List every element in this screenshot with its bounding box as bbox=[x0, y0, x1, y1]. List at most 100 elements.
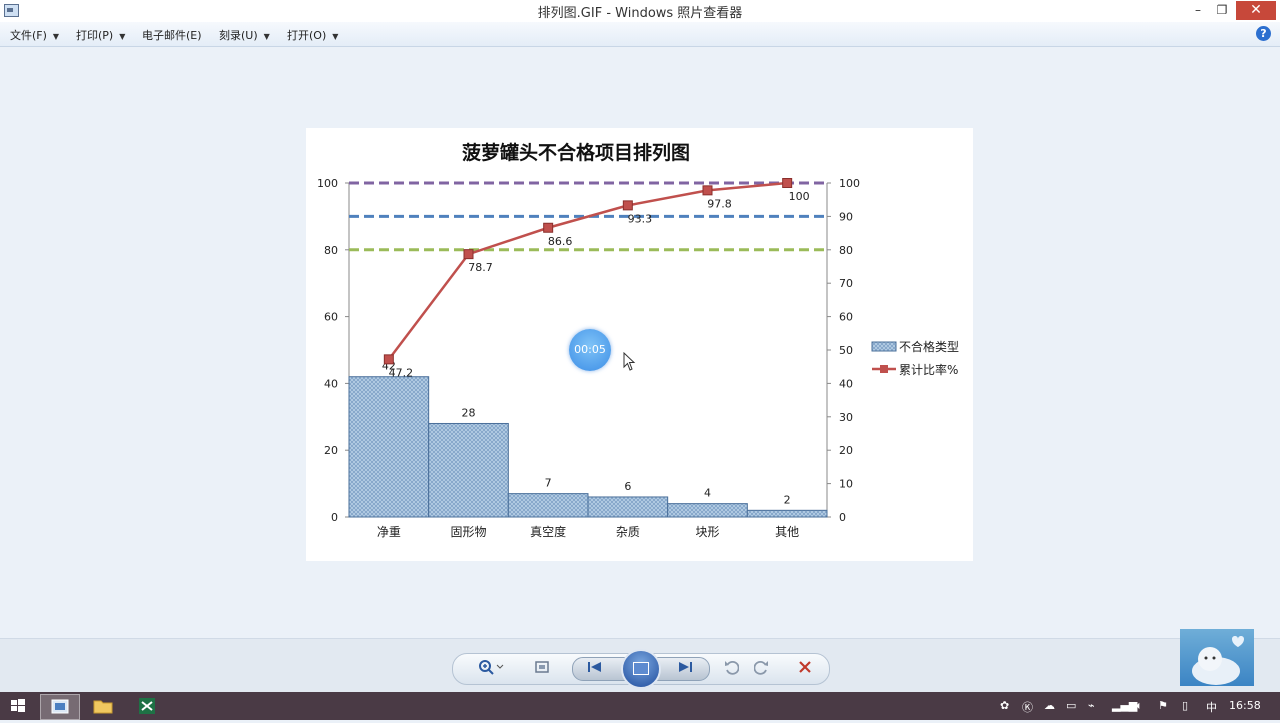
menu-open[interactable]: 打开(O) ▼ bbox=[287, 27, 338, 43]
tray-k-icon[interactable]: Ⓚ bbox=[1022, 699, 1033, 715]
close-button[interactable]: ✕ bbox=[1236, 1, 1276, 20]
bar-value-label: 4 bbox=[704, 487, 711, 500]
y-left-tick-label: 20 bbox=[324, 444, 338, 457]
help-icon[interactable]: ? bbox=[1256, 26, 1271, 41]
delete-icon[interactable] bbox=[797, 659, 813, 679]
legend-swatch-marker bbox=[880, 365, 888, 373]
bar bbox=[507, 493, 589, 518]
bar-value-label: 28 bbox=[462, 406, 476, 419]
bar-value-label: 6 bbox=[624, 480, 631, 493]
y-right-tick-label: 50 bbox=[839, 344, 853, 357]
next-icon[interactable] bbox=[676, 660, 694, 678]
rotate-left-icon[interactable] bbox=[723, 659, 740, 679]
legend-label-line: 累计比率% bbox=[899, 362, 958, 377]
bar bbox=[428, 422, 509, 518]
category-label: 净重 bbox=[377, 525, 401, 539]
y-left-tick-label: 60 bbox=[324, 311, 338, 324]
menu-email-label: 电子邮件(E) bbox=[142, 29, 202, 42]
tray-network-icon[interactable]: ⌁ bbox=[1088, 699, 1095, 712]
volume-icon[interactable]: 🔈︎ bbox=[1136, 699, 1143, 713]
cumulative-label: 86.6 bbox=[548, 235, 573, 248]
y-right-tick-label: 100 bbox=[839, 177, 860, 190]
mouse-cursor-icon bbox=[623, 352, 636, 371]
chevron-down-icon: ▼ bbox=[332, 32, 339, 41]
excel-icon[interactable] bbox=[128, 694, 166, 718]
bar bbox=[348, 376, 430, 518]
category-label: 其他 bbox=[775, 525, 799, 539]
menu-burn-label: 刻录(U) bbox=[219, 29, 258, 42]
chart-title: 菠萝罐头不合格项目排列图 bbox=[462, 141, 690, 164]
windows-logo-icon[interactable] bbox=[8, 694, 28, 718]
y-right-tick-label: 40 bbox=[839, 377, 853, 390]
menu-email[interactable]: 电子邮件(E) bbox=[142, 27, 202, 43]
photo-viewer-icon[interactable] bbox=[40, 694, 80, 720]
cumulative-point bbox=[782, 178, 793, 188]
file-explorer-icon[interactable] bbox=[84, 694, 122, 718]
bar-value-label: 2 bbox=[784, 493, 791, 506]
signal-icon[interactable]: ▂▄▆ bbox=[1112, 699, 1137, 712]
menu-print-label: 打印(P) bbox=[76, 29, 114, 42]
window-title: 排列图.GIF - Windows 照片查看器 bbox=[537, 6, 743, 21]
menu-print[interactable]: 打印(P) ▼ bbox=[76, 27, 125, 43]
tray-message-icon[interactable]: ▭ bbox=[1066, 699, 1076, 712]
y-right-tick-label: 20 bbox=[839, 444, 853, 457]
rotate-right-icon[interactable] bbox=[753, 659, 770, 679]
y-right-tick-label: 80 bbox=[839, 244, 853, 257]
y-left-tick-label: 0 bbox=[331, 511, 338, 524]
tray-cloud-icon[interactable]: ☁ bbox=[1044, 699, 1055, 712]
chevron-down-icon: ▼ bbox=[263, 32, 270, 41]
ime-indicator[interactable]: 中 bbox=[1206, 699, 1217, 715]
menu-bar: 文件(F) ▼ 打印(P) ▼ 电子邮件(E) 刻录(U) ▼ 打开(O) ▼ bbox=[0, 22, 1280, 47]
category-label: 杂质 bbox=[616, 525, 640, 539]
slideshow-icon[interactable] bbox=[621, 649, 661, 689]
legend-swatch-bar bbox=[871, 341, 897, 352]
cumulative-point bbox=[702, 185, 713, 196]
tray-app-icon[interactable]: ✿ bbox=[1000, 699, 1009, 712]
bar-value-label: 7 bbox=[545, 477, 552, 490]
cumulative-label: 47.2 bbox=[389, 366, 414, 379]
bar bbox=[587, 496, 669, 518]
y-right-tick-label: 70 bbox=[839, 277, 853, 290]
bar bbox=[667, 503, 748, 518]
bar bbox=[746, 509, 828, 518]
y-right-tick-label: 30 bbox=[839, 411, 853, 424]
chevron-down-icon: ▼ bbox=[119, 32, 126, 41]
minimize-button[interactable]: – bbox=[1188, 1, 1208, 20]
cumulative-label: 93.3 bbox=[628, 212, 653, 225]
y-left-tick-label: 40 bbox=[324, 377, 338, 390]
y-right-tick-label: 60 bbox=[839, 311, 853, 324]
y-left-tick-label: 80 bbox=[324, 244, 338, 257]
battery-icon[interactable]: ▯ bbox=[1182, 699, 1188, 712]
menu-file-label: 文件(F) bbox=[10, 29, 47, 42]
chevron-down-icon: ▼ bbox=[52, 32, 60, 41]
photo-image: 菠萝罐头不合格项目排列图 0 20 40 60 80 100 0 10 20 30 40 50 60 70 8… bbox=[306, 128, 973, 561]
flag-icon[interactable]: ⚑ bbox=[1158, 699, 1168, 712]
magnifier-icon[interactable] bbox=[478, 659, 504, 679]
cumulative-label: 100 bbox=[789, 190, 810, 203]
cumulative-point bbox=[383, 354, 394, 365]
y-right-tick-label: 10 bbox=[839, 478, 853, 491]
category-label: 块形 bbox=[695, 525, 719, 539]
fit-window-icon[interactable] bbox=[534, 659, 550, 679]
category-label: 固形物 bbox=[450, 525, 486, 539]
desktop-gadget-image bbox=[1180, 629, 1254, 686]
cumulative-point bbox=[622, 200, 633, 211]
menu-open-label: 打开(O) bbox=[287, 29, 327, 42]
title-bar: 排列图.GIF - Windows 照片查看器 – ❐ ✕ bbox=[0, 0, 1280, 22]
category-label: 真空度 bbox=[530, 524, 566, 539]
legend-label-bar: 不合格类型 bbox=[899, 339, 959, 354]
pareto-chart: 菠萝罐头不合格项目排列图 0 20 40 60 80 100 0 10 20 30 40 50 60 70 8… bbox=[317, 141, 959, 539]
menu-file[interactable]: 文件(F) ▼ bbox=[10, 27, 59, 43]
previous-icon[interactable] bbox=[586, 660, 604, 678]
cumulative-label: 78.7 bbox=[468, 261, 493, 274]
restore-button[interactable]: ❐ bbox=[1212, 1, 1232, 20]
cumulative-point bbox=[543, 222, 554, 233]
slideshow-timer-badge: 00:05 bbox=[569, 329, 611, 371]
menu-burn[interactable]: 刻录(U) ▼ bbox=[219, 27, 270, 43]
y-right-tick-label: 90 bbox=[839, 210, 853, 223]
cumulative-point bbox=[463, 249, 474, 260]
cumulative-label: 97.8 bbox=[707, 197, 732, 210]
y-left-tick-label: 100 bbox=[317, 177, 338, 190]
y-right-tick-label: 0 bbox=[839, 511, 846, 524]
taskbar-clock[interactable]: 16:58 bbox=[1229, 699, 1261, 712]
